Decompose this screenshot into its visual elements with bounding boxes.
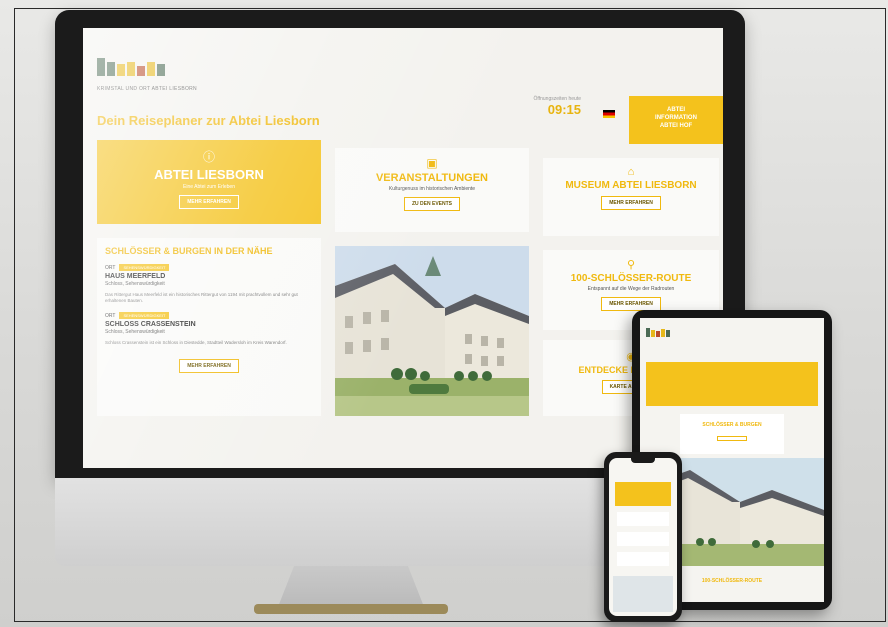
phone-notch (631, 458, 655, 463)
phone-card[interactable] (617, 512, 669, 526)
phone-hero-banner[interactable] (615, 482, 671, 506)
list-item[interactable]: ORT SEHENSWÜRDIGKEIT HAUS MEERFELD Schlo… (105, 264, 313, 304)
abtei-more-button[interactable]: MEHR ERFAHREN (179, 195, 239, 209)
phone-card[interactable] (617, 552, 669, 566)
event-date: ORT (105, 312, 116, 319)
tablet-hero-banner[interactable] (646, 362, 818, 406)
museum-card[interactable]: ⌂ MUSEUM ABTEI LIESBORN MEHR ERFAHREN (543, 158, 719, 236)
opening-time-widget: Öffnungszeiten heute 09:15 (519, 96, 581, 126)
museum-more-button[interactable]: MEHR ERFAHREN (601, 196, 661, 210)
castle-photo (335, 246, 529, 416)
calendar-icon: ▣ (426, 156, 438, 170)
event-category: Schloss, Sehenswürdigkeit (105, 281, 165, 287)
route-card-subtitle: Entspannt auf die Wege der Radrouten (587, 286, 675, 292)
info-icon: ⓘ (202, 150, 215, 164)
abtei-card-subtitle: Eine Abtei zum Erleben (183, 184, 235, 190)
tablet-castles-card[interactable]: SCHLÖSSER & BURGEN (680, 414, 784, 454)
smartphone-device (604, 452, 682, 622)
info-banner-line-2: INFORMATION (655, 115, 697, 121)
events-card-subtitle: Kulturgenuss im historischen Ambiente (388, 186, 476, 192)
castle-illustration (335, 246, 529, 416)
tablet-logo (646, 328, 670, 337)
event-tag: SEHENSWÜRDIGKEIT (119, 264, 170, 271)
event-name: HAUS MEERFELD (105, 273, 166, 280)
info-banner-line-1: ABTEI (667, 107, 685, 113)
route-more-button[interactable]: MEHR ERFAHREN (601, 297, 661, 311)
opening-time-value: 09:15 (547, 102, 581, 117)
phone-card[interactable] (617, 532, 669, 546)
events-button[interactable]: ZU DEN EVENTS (403, 197, 460, 211)
imac-foot (254, 604, 448, 614)
tablet-card-title: SCHLÖSSER & BURGEN (702, 422, 762, 428)
event-name: SCHLOSS CRASSENSTEIN (105, 321, 196, 328)
page-headline: Dein Reiseplaner zur Abtei Liesborn (97, 113, 320, 128)
tablet-card-button[interactable] (717, 436, 747, 441)
device-mockup-photo: KRIMSTAL UND ORT ABTEI LIESBORN Dein Rei… (0, 0, 888, 627)
imac-display: KRIMSTAL UND ORT ABTEI LIESBORN Dein Rei… (83, 28, 723, 468)
site-logo[interactable] (97, 58, 165, 76)
museum-icon: ⌂ (627, 166, 635, 178)
smartphone-display (609, 458, 677, 616)
tablet-route-title: 100-SCHLÖSSER-ROUTE (701, 578, 763, 584)
castles-heading: SCHLÖSSER & BURGEN IN DER NÄHE (105, 246, 273, 256)
list-item[interactable]: ORT SEHENSWÜRDIGKEIT SCHLOSS CRASSENSTEI… (105, 312, 313, 346)
tablet-route-card[interactable]: 100-SCHLÖSSER-ROUTE (680, 572, 784, 598)
bike-icon: ⚲ (626, 259, 636, 271)
event-category: Schloss, Sehenswürdigkeit (105, 329, 165, 335)
route-card-title: 100-SCHLÖSSER-ROUTE (570, 273, 692, 284)
events-card[interactable]: ▣ VERANSTALTUNGEN Kulturgenuss im histor… (335, 148, 529, 232)
event-description: Schloss Crassenstein ist ein Schloss in … (105, 340, 287, 345)
logo-tagline: KRIMSTAL UND ORT ABTEI LIESBORN (97, 86, 197, 92)
language-flag-icon[interactable] (603, 110, 615, 118)
events-card-title: VERANSTALTUNGEN (375, 172, 489, 184)
event-description: Das Rittergut Haus Meerfeld ist ein hist… (105, 292, 298, 303)
castles-card: SCHLÖSSER & BURGEN IN DER NÄHE ORT SEHEN… (97, 238, 321, 416)
phone-photo (613, 576, 673, 612)
museum-card-title: MUSEUM ABTEI LIESBORN (565, 180, 697, 191)
abtei-card-title: ABTEI LIESBORN (154, 167, 264, 182)
event-date: ORT (105, 264, 116, 271)
abtei-card[interactable]: ⓘ ABTEI LIESBORN Eine Abtei zum Erleben … (97, 140, 321, 224)
info-banner-line-3: ABTEI HOF (659, 123, 693, 129)
event-tag: SEHENSWÜRDIGKEIT (119, 312, 170, 319)
info-banner-button[interactable]: ABTEI INFORMATION ABTEI HOF (629, 96, 723, 144)
castles-more-button[interactable]: MEHR ERFAHREN (179, 359, 239, 373)
